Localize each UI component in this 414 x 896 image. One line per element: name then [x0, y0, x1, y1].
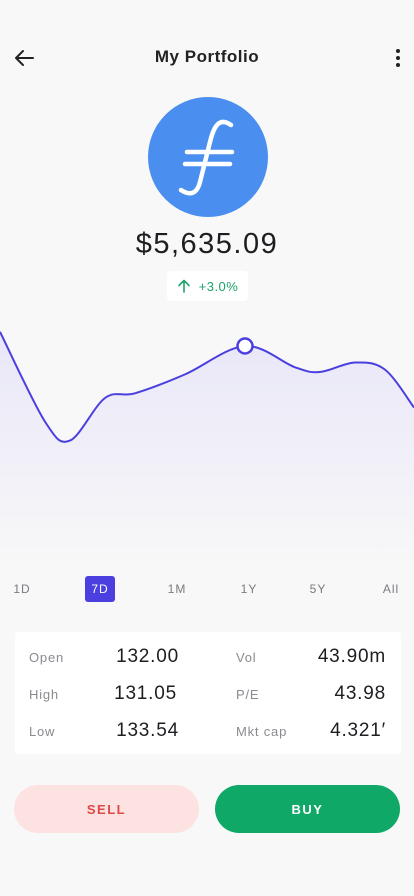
- change-percent: +3.0%: [198, 278, 239, 294]
- range-1d[interactable]: 1D: [7, 576, 37, 602]
- arrow-up-icon: [177, 279, 190, 293]
- more-vertical-icon-dot: [396, 63, 400, 67]
- vol-label: Vol: [236, 650, 257, 665]
- sell-button[interactable]: SELL: [14, 785, 199, 833]
- range-1m[interactable]: 1M: [162, 576, 192, 602]
- high-value: 131.05: [114, 683, 177, 704]
- page-title: My Portfolio: [154, 47, 260, 66]
- range-1y[interactable]: 1Y: [234, 576, 264, 602]
- price-chart[interactable]: [0, 300, 414, 570]
- pe-label: P/E: [236, 687, 260, 702]
- stats-card: Open 132.00 High 131.05 Low 133.54 Vol 4…: [15, 632, 401, 754]
- high-label: High: [29, 687, 59, 702]
- portfolio-balance: $5,635.09: [135, 228, 279, 260]
- price-chart-svg: [0, 331, 414, 570]
- buy-button[interactable]: BUY: [215, 785, 400, 833]
- range-7d[interactable]: 7D: [85, 576, 115, 602]
- change-badge: +3.0%: [167, 271, 248, 301]
- filecoin-logo-icon: [148, 97, 268, 217]
- open-value: 132.00: [116, 646, 179, 667]
- chart-area-fill: [0, 331, 414, 570]
- range-5y[interactable]: 5Y: [303, 576, 333, 602]
- more-vertical-icon: [396, 49, 400, 53]
- mktcap-label: Mkt cap: [236, 724, 288, 739]
- chart-highlight-point[interactable]: [236, 337, 254, 355]
- vol-value: 43.90m: [317, 646, 386, 667]
- low-value: 133.54: [116, 720, 179, 741]
- open-label: Open: [29, 650, 65, 665]
- time-range-selector: 1D 7D 1M 1Y 5Y All: [0, 576, 414, 602]
- range-all[interactable]: All: [376, 576, 406, 602]
- more-vertical-icon-dot: [396, 56, 400, 60]
- more-options-button[interactable]: [386, 42, 410, 74]
- mktcap-value: 4.321′: [330, 720, 386, 741]
- low-label: Low: [29, 724, 56, 739]
- pe-value: 43.98: [334, 683, 386, 704]
- filecoin-glyph: [178, 119, 235, 196]
